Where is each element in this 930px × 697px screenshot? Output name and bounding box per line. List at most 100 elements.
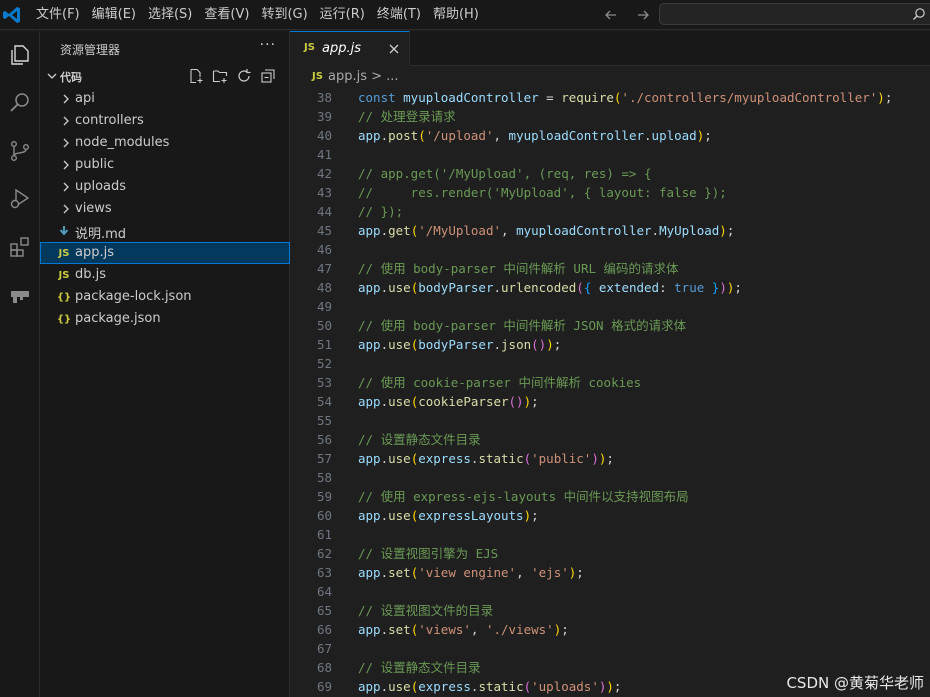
tab-app-js[interactable]: JS app.js — [290, 31, 410, 66]
tree-item-label: db.js — [75, 267, 107, 282]
menu-file[interactable]: 文件(F) — [30, 4, 86, 26]
run-debug-icon[interactable] — [4, 183, 36, 215]
code-text: app.use(express.static('public')); — [358, 449, 614, 468]
extensions-icon[interactable] — [4, 231, 36, 263]
line-number: 50 — [316, 318, 332, 333]
code-text: app.set('view engine', 'ejs'); — [358, 563, 584, 582]
tree-item[interactable]: uploads — [40, 176, 290, 198]
menu-help[interactable]: 帮助(H) — [427, 4, 485, 26]
forward-arrow-icon[interactable] — [632, 4, 654, 26]
line-number: 39 — [316, 109, 332, 124]
navigation-arrows — [600, 4, 654, 26]
tree-item[interactable]: JS db.js — [40, 264, 290, 286]
back-arrow-icon[interactable] — [600, 4, 622, 26]
tree-item[interactable]: {} package-lock.json — [40, 286, 290, 308]
tree-item-label: node_modules — [75, 135, 170, 150]
tree-item[interactable]: {} package.json — [40, 308, 290, 330]
menu-run[interactable]: 运行(R) — [314, 4, 371, 26]
tree-item[interactable]: controllers — [40, 110, 290, 132]
code-token: use — [388, 508, 411, 523]
code-token: // 使用 cookie-parser 中间件解析 cookies — [358, 375, 642, 390]
menu-go[interactable]: 转到(G) — [255, 4, 313, 26]
code-editor[interactable]: 38 const myuploadController = require('./… — [290, 88, 930, 697]
tree-item[interactable]: views — [40, 198, 290, 220]
code-text: // res.render('MyUpload', { layout: fals… — [358, 183, 727, 202]
code-token: // 设置静态文件目录 — [358, 432, 481, 447]
code-token: ; — [553, 337, 562, 352]
code-line: 54 app.use(cookieParser()); — [290, 392, 930, 411]
code-token: app — [358, 622, 381, 637]
close-icon[interactable] — [387, 42, 401, 60]
code-line: 49 — [290, 297, 930, 316]
tree-item-label: views — [75, 201, 112, 216]
new-file-icon[interactable] — [188, 68, 204, 84]
breadcrumb-path[interactable]: app.js > ... — [328, 69, 399, 84]
markdown-file-icon — [57, 224, 71, 238]
menu-terminal[interactable]: 终端(T) — [371, 4, 427, 26]
code-token: expressLayouts — [418, 508, 524, 523]
line-number: 43 — [316, 185, 332, 200]
code-token: get — [388, 223, 411, 238]
code-token: bodyParser — [418, 280, 494, 295]
line-number: 57 — [316, 451, 332, 466]
code-token: ) — [546, 337, 554, 352]
line-number: 47 — [316, 261, 332, 276]
tree-item[interactable]: JS app.js — [40, 242, 290, 264]
more-actions-icon[interactable]: ··· — [260, 37, 276, 53]
search-icon[interactable] — [4, 87, 36, 119]
code-line: 67 — [290, 639, 930, 658]
code-text: app.use(express.static('uploads')); — [358, 677, 621, 696]
code-token: app — [358, 337, 381, 352]
js-file-icon: JS — [58, 247, 70, 259]
code-token: ) — [877, 90, 885, 105]
code-token: extended — [591, 280, 660, 295]
line-number: 63 — [316, 565, 332, 580]
line-number: 49 — [316, 299, 332, 314]
code-token: myuploadController — [508, 128, 645, 143]
line-number: 40 — [316, 128, 332, 143]
tree-item[interactable]: 说明.md — [40, 220, 290, 242]
code-token: // 设置静态文件目录 — [358, 660, 481, 675]
tree-item[interactable]: node_modules — [40, 132, 290, 154]
explorer-sidebar: 资源管理器 ··· 代码 api controllers node_modules p… — [40, 31, 290, 697]
code-line: 53 // 使用 cookie-parser 中间件解析 cookies — [290, 373, 930, 392]
code-token: () — [508, 394, 524, 409]
source-control-icon[interactable] — [4, 135, 36, 167]
code-token: . — [380, 679, 389, 694]
tree-item[interactable]: public — [40, 154, 290, 176]
code-text: app.use(expressLayouts); — [358, 506, 539, 525]
menu-view[interactable]: 查看(V) — [198, 4, 255, 26]
line-number: 65 — [316, 603, 332, 618]
line-number: 59 — [316, 489, 332, 504]
json-file-icon: {} — [56, 313, 72, 325]
tree-item[interactable]: api — [40, 88, 290, 110]
menu-bar: 文件(F) 编辑(E) 选择(S) 查看(V) 转到(G) 运行(R) 终端(T… — [30, 0, 485, 30]
code-token: () — [531, 337, 547, 352]
code-token: . — [644, 128, 652, 143]
breadcrumb: JS app.js > ... — [290, 66, 930, 88]
code-token: ) — [606, 679, 614, 694]
code-token: myuploadController — [403, 90, 539, 105]
code-token: set — [388, 565, 411, 580]
code-token: . — [380, 622, 389, 637]
code-token: app — [358, 565, 381, 580]
line-number: 61 — [316, 527, 332, 542]
code-token: . — [380, 565, 389, 580]
code-line: 55 — [290, 411, 930, 430]
new-folder-icon[interactable] — [212, 68, 228, 84]
explorer-icon[interactable] — [4, 39, 36, 71]
line-number: 52 — [316, 356, 332, 371]
command-center-search[interactable] — [659, 3, 930, 25]
line-number: 55 — [316, 413, 332, 428]
workspace-folder-header[interactable]: 代码 — [40, 66, 290, 88]
menu-edit[interactable]: 编辑(E) — [86, 4, 142, 26]
remote-explorer-icon[interactable] — [4, 279, 36, 311]
refresh-icon[interactable] — [236, 68, 252, 84]
code-text: // 设置静态文件目录 — [358, 430, 481, 449]
code-line: 60 app.use(expressLayouts); — [290, 506, 930, 525]
code-token: // 设置视图文件的目录 — [358, 603, 494, 618]
code-token: . — [651, 223, 660, 238]
collapse-all-icon[interactable] — [260, 68, 276, 84]
menu-selection[interactable]: 选择(S) — [142, 4, 198, 26]
code-token: app — [358, 223, 381, 238]
